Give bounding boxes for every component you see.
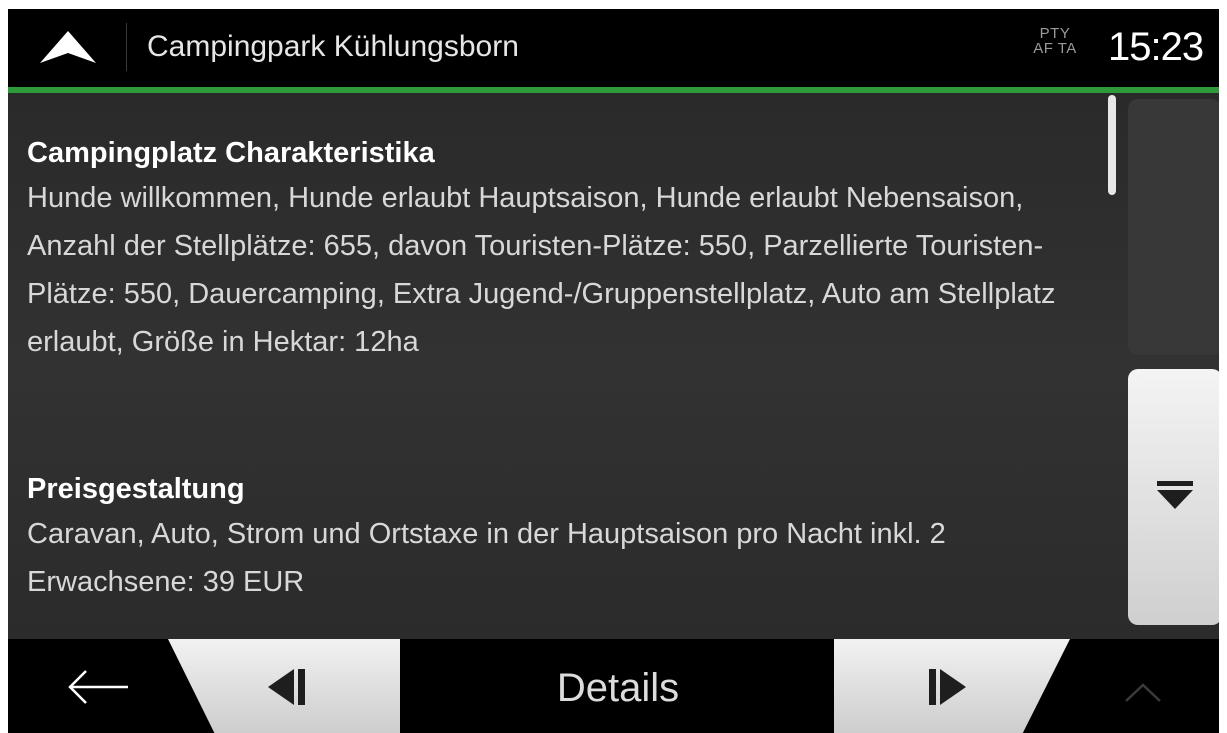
clock: 15:23 [1108, 25, 1204, 69]
header-divider [126, 23, 127, 71]
destination-title: Campingpark Kühlungsborn [147, 30, 519, 63]
section-text-characteristics: Hunde willkommen, Hunde erlaubt Hauptsai… [27, 182, 1056, 358]
scroll-down-button[interactable] [1128, 369, 1219, 625]
previous-icon [268, 669, 305, 705]
scrollbar-thumb[interactable] [1108, 95, 1116, 195]
navigation-screen: Campingpark Kühlungsborn PTY AF TA 15:23… [8, 9, 1219, 733]
next-icon [929, 669, 966, 705]
navigation-arrow-icon[interactable] [38, 29, 98, 65]
rds-indicator: PTY AF TA [1032, 26, 1078, 56]
scroll-up-button [1128, 99, 1219, 355]
back-arrow-icon[interactable] [66, 667, 130, 707]
section-title-characteristics: Campingplatz Charakteristika [27, 137, 435, 169]
chevron-up-icon[interactable] [1118, 677, 1168, 707]
af-ta-label: AF TA [1033, 40, 1077, 57]
header-bar: Campingpark Kühlungsborn PTY AF TA 15:23 [8, 9, 1219, 87]
scroll-down-icon [1157, 481, 1193, 509]
section-title-pricing: Preisgestaltung [27, 473, 245, 505]
pty-label: PTY [1039, 25, 1071, 42]
page-title: Details [556, 666, 680, 710]
section-text-pricing: Caravan, Auto, Strom und Ortstaxe in der… [27, 518, 946, 598]
details-content: Campingplatz Charakteristika Hunde willk… [8, 93, 1219, 639]
